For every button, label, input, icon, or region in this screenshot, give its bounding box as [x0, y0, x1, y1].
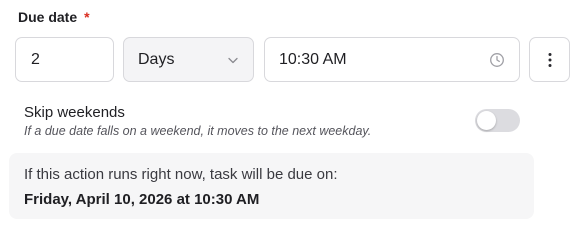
due-unit-selected-value: Days [138, 50, 175, 68]
toggle-knob [477, 111, 496, 130]
skip-weekends-help-text: If a due date falls on a weekend, it mov… [24, 124, 372, 138]
vertical-ellipsis-icon [548, 52, 551, 67]
due-unit-select[interactable]: Days [123, 37, 254, 82]
skip-weekends-label: Skip weekends [24, 104, 125, 121]
preview-intro-text: If this action runs right now, task will… [24, 166, 338, 183]
skip-weekends-toggle[interactable] [475, 109, 520, 132]
due-amount-value: 2 [31, 50, 40, 68]
clock-icon[interactable] [489, 52, 505, 68]
due-time-value: 10:30 AM [279, 50, 347, 68]
required-marker: * [84, 9, 90, 25]
due-date-label: Due date [18, 9, 78, 25]
due-date-preview-panel: If this action runs right now, task will… [9, 153, 534, 219]
due-amount-input[interactable]: 2 [15, 37, 114, 82]
due-date-label-row: Due date * [18, 9, 90, 25]
chevron-down-icon [228, 57, 238, 63]
due-time-input[interactable]: 10:30 AM [264, 37, 520, 82]
preview-due-date: Friday, April 10, 2026 at 10:30 AM [24, 191, 260, 208]
more-options-button[interactable] [529, 37, 570, 82]
